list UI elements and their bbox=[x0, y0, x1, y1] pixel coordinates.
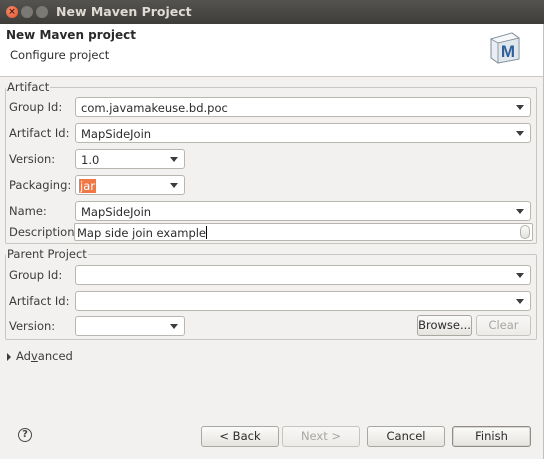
advanced-section-toggle[interactable]: Advanced bbox=[16, 349, 73, 363]
packaging-label: Packaging: bbox=[9, 178, 72, 192]
description-label: Description: bbox=[9, 225, 79, 239]
maven-logo-icon: M bbox=[489, 32, 520, 64]
group-id-label: Group Id: bbox=[9, 100, 63, 114]
packaging-combo[interactable]: jar bbox=[75, 175, 185, 195]
artifact-id-label: Artifact Id: bbox=[9, 126, 70, 140]
version-label: Version: bbox=[9, 152, 56, 166]
group-id-value: com.javamakeuse.bd.poc bbox=[81, 101, 228, 115]
parent-version-combo[interactable] bbox=[75, 316, 185, 336]
cancel-button[interactable]: Cancel bbox=[367, 426, 445, 447]
chevron-down-icon bbox=[170, 324, 178, 329]
parent-project-group-label: Parent Project bbox=[6, 247, 88, 261]
description-field[interactable]: Map side join example bbox=[74, 223, 533, 241]
help-icon[interactable]: ? bbox=[18, 428, 32, 442]
finish-button[interactable]: Finish bbox=[452, 426, 531, 447]
parent-artifact-id-combo[interactable] bbox=[75, 291, 531, 311]
packaging-value: jar bbox=[79, 179, 96, 193]
artifact-group-label: Artifact bbox=[6, 80, 51, 94]
browse-button[interactable]: Browse... bbox=[417, 315, 472, 336]
parent-version-label: Version: bbox=[9, 319, 56, 333]
page-subtitle: Configure project bbox=[10, 48, 110, 62]
parent-group-id-combo[interactable] bbox=[75, 265, 531, 285]
description-value: Map side join example bbox=[77, 226, 207, 240]
clear-button[interactable]: Clear bbox=[476, 315, 531, 336]
chevron-down-icon bbox=[170, 183, 178, 188]
back-button[interactable]: < Back bbox=[201, 426, 279, 447]
name-value: MapSideJoin bbox=[81, 205, 152, 219]
version-combo[interactable]: 1.0 bbox=[75, 149, 185, 169]
close-window-button[interactable]: × bbox=[6, 6, 18, 18]
chevron-down-icon bbox=[516, 273, 524, 278]
window-titlebar: × New Maven Project bbox=[0, 0, 544, 25]
chevron-down-icon bbox=[516, 209, 524, 214]
chevron-down-icon bbox=[516, 299, 524, 304]
expand-triangle-icon[interactable] bbox=[7, 353, 11, 361]
parent-group-id-label: Group Id: bbox=[9, 268, 63, 282]
name-label: Name: bbox=[9, 204, 47, 218]
artifact-id-combo[interactable]: MapSideJoin bbox=[75, 123, 531, 143]
advanced-label-prefix: Ad bbox=[16, 349, 31, 363]
minimize-window-button[interactable] bbox=[21, 6, 33, 18]
next-button[interactable]: Next > bbox=[282, 426, 360, 447]
maximize-window-button[interactable] bbox=[36, 6, 48, 18]
name-combo[interactable]: MapSideJoin bbox=[75, 201, 531, 221]
chevron-down-icon bbox=[516, 105, 524, 110]
resize-handle[interactable] bbox=[520, 225, 530, 239]
chevron-down-icon bbox=[170, 157, 178, 162]
advanced-label-mnemonic: v bbox=[30, 349, 38, 363]
maven-logo-letter: M bbox=[501, 42, 515, 61]
parent-artifact-id-label: Artifact Id: bbox=[9, 294, 70, 308]
chevron-down-icon bbox=[516, 131, 524, 136]
group-id-combo[interactable]: com.javamakeuse.bd.poc bbox=[75, 97, 531, 117]
text-caret bbox=[206, 226, 208, 239]
advanced-label-suffix: anced bbox=[37, 349, 73, 363]
page-title: New Maven project bbox=[6, 28, 137, 42]
artifact-id-value: MapSideJoin bbox=[81, 127, 152, 141]
version-value: 1.0 bbox=[81, 153, 100, 167]
wizard-header: New Maven project Configure project M bbox=[0, 24, 544, 77]
window-title: New Maven Project bbox=[56, 4, 192, 19]
